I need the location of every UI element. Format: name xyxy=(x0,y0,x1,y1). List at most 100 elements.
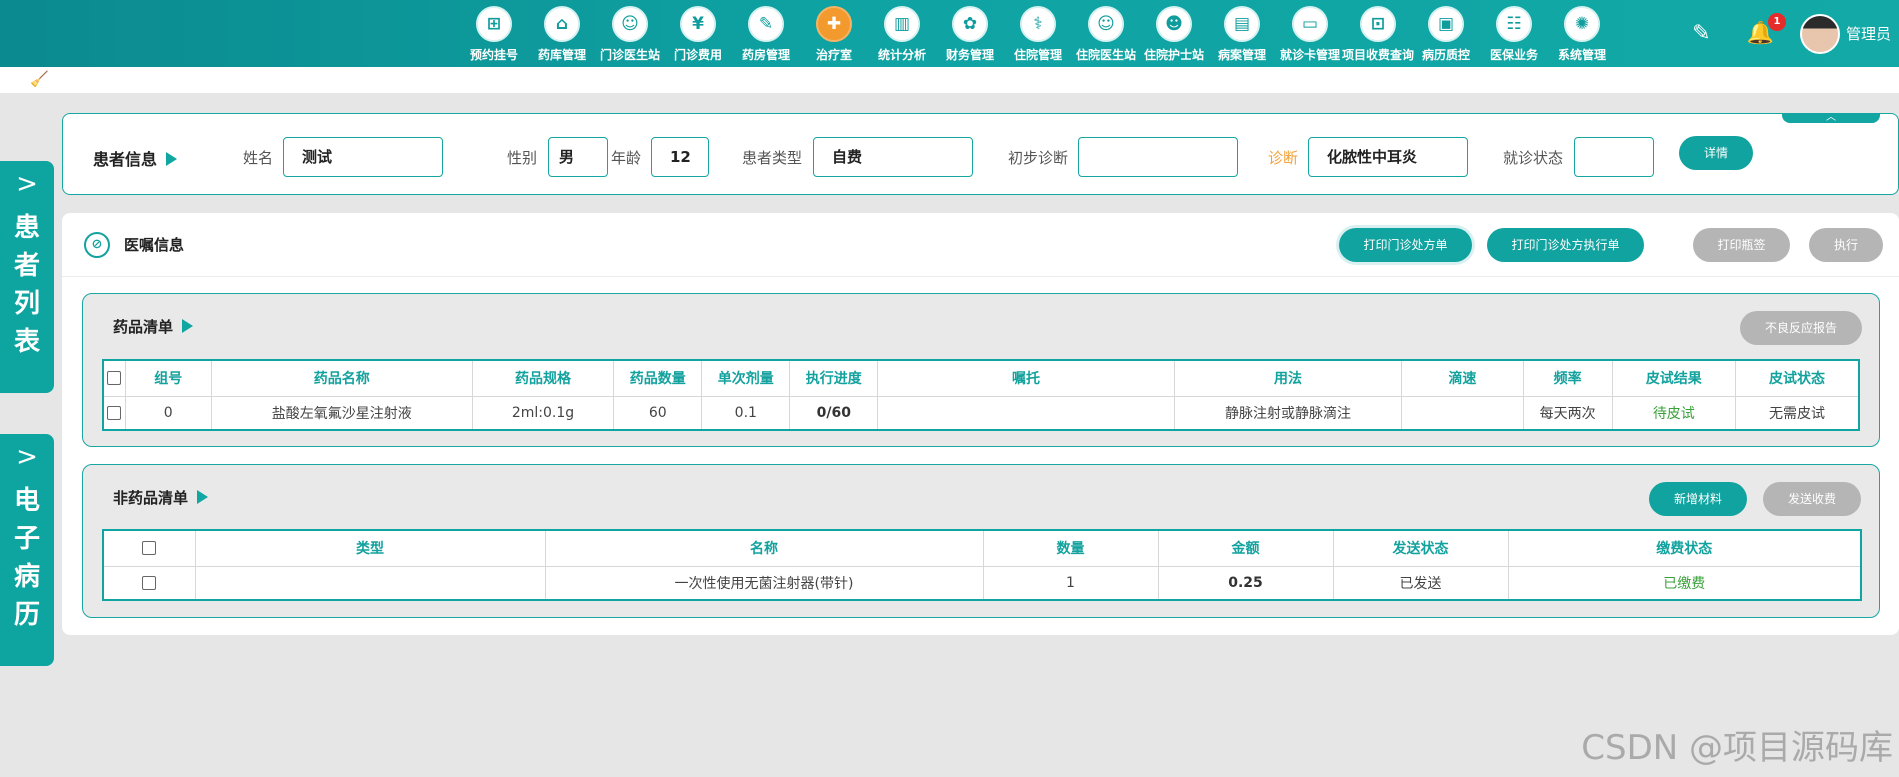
table-cell xyxy=(877,396,1175,430)
age-field[interactable]: 12 xyxy=(651,137,709,177)
emr-tab[interactable]: > 电子病历 xyxy=(0,434,54,666)
column-header: 数量 xyxy=(983,530,1159,567)
table-cell: 待皮试 xyxy=(1612,396,1737,430)
age-label: 年龄 xyxy=(611,149,642,167)
nav-item[interactable]: ✚ 治疗室 xyxy=(800,6,868,66)
pharmacy-icon: ✎ xyxy=(748,6,784,42)
gender-field[interactable]: 男 xyxy=(548,137,608,177)
nav-label: 财务管理 xyxy=(945,48,994,62)
diagnosis-field[interactable]: 化脓性中耳炎 xyxy=(1308,137,1468,177)
nav-item[interactable]: ☷ 医保业务 xyxy=(1480,6,1548,66)
print-bottle-label-button[interactable]: 打印瓶签 xyxy=(1693,228,1790,262)
non-drug-table: 类型 名称 数量 金额 发送状态 缴费状态 一次性使用无菌注射器(带针) 1 0.25 已发送 已… xyxy=(102,529,1862,601)
table-cell: 已缴费 xyxy=(1663,575,1706,592)
broom-icon[interactable]: 🧹 xyxy=(30,70,49,88)
warehouse-icon: ⌂ xyxy=(544,6,580,42)
register-icon: ⊞ xyxy=(476,6,512,42)
quality-icon: ▣ xyxy=(1428,6,1464,42)
treatment-icon: ✚ xyxy=(816,6,852,42)
column-header: 滴速 xyxy=(1401,360,1524,397)
nav-item[interactable]: ¥ 门诊费用 xyxy=(664,6,732,66)
nav-item[interactable]: ⌂ 药库管理 xyxy=(528,6,596,66)
column-header: 组号 xyxy=(125,360,212,397)
nav-label: 病案管理 xyxy=(1217,48,1266,62)
table-cell: 0.1 xyxy=(701,396,791,430)
checkbox[interactable] xyxy=(142,575,157,590)
pen-icon[interactable]: ✎ xyxy=(1692,21,1710,46)
ward-doctor-icon: ☺ xyxy=(1088,6,1124,42)
patient-list-tab[interactable]: > 患者列表 xyxy=(0,161,54,393)
notification-badge: 1 xyxy=(1767,13,1786,31)
top-nav-bar: ⊞ 预约挂号 ⌂ 药库管理 ☺ 门诊医生站 ¥ 门诊费用 ✎ 药房管理 ✚ 治疗室 ▥ 统计分析 ✿ 财务管理… xyxy=(0,0,1899,67)
triangle-right-icon xyxy=(197,490,209,504)
nav-item[interactable]: ⊡ 项目收费查询 xyxy=(1342,6,1415,66)
nav-item[interactable]: ☺ 门诊医生站 xyxy=(596,6,664,66)
checkbox[interactable] xyxy=(107,405,122,420)
notification-bell[interactable]: 🔔 1 xyxy=(1747,13,1786,46)
column-header: 发送状态 xyxy=(1333,530,1509,567)
nav-label: 药库管理 xyxy=(537,48,586,62)
adverse-reaction-report-button[interactable]: 不良反应报告 xyxy=(1740,311,1862,345)
drug-list-card: 药品清单 不良反应报告 组号 药品名称 药品规格 药品数量 单次剂量 执行进度 嘱托 用法 滴速… xyxy=(82,293,1880,447)
add-material-button[interactable]: 新增材料 xyxy=(1649,482,1747,516)
collapse-toggle[interactable]: ︿ xyxy=(1782,113,1880,123)
triangle-right-icon xyxy=(166,152,178,166)
checkbox-cell xyxy=(103,566,196,600)
checkbox-cell xyxy=(103,360,126,397)
nav-label: 就诊卡管理 xyxy=(1279,48,1340,62)
column-header: 皮试结果 xyxy=(1612,360,1737,397)
execute-button[interactable]: 执行 xyxy=(1809,228,1883,262)
patient-info-title: 患者信息 xyxy=(93,146,178,170)
nav-item[interactable]: ✎ 药房管理 xyxy=(732,6,800,66)
print-execution-sheet-button[interactable]: 打印门诊处方执行单 xyxy=(1487,228,1644,262)
fee-icon: ¥ xyxy=(680,6,716,42)
initial-diagnosis-field[interactable] xyxy=(1078,137,1238,177)
column-header: 缴费状态 xyxy=(1508,530,1861,567)
nav-item[interactable]: ✿ 财务管理 xyxy=(936,6,1004,66)
patient-list-label: 患者列表 xyxy=(13,213,40,357)
user-name[interactable]: 管理员 xyxy=(1846,23,1891,44)
table-cell xyxy=(1401,396,1524,430)
emr-label: 电子病历 xyxy=(13,486,40,630)
nav-item[interactable]: ⊞ 预约挂号 xyxy=(460,6,528,66)
nav-item[interactable]: ⚕ 住院管理 xyxy=(1004,6,1072,66)
table-header-row: 类型 名称 数量 金额 发送状态 缴费状态 xyxy=(103,530,1861,567)
column-header: 嘱托 xyxy=(877,360,1175,397)
nav-item[interactable]: ▤ 病案管理 xyxy=(1208,6,1276,66)
orders-title: 医嘱信息 xyxy=(124,236,185,254)
table-row[interactable]: 一次性使用无菌注射器(带针) 1 0.25 已发送 已缴费 xyxy=(103,566,1861,600)
name-field[interactable]: 测试 xyxy=(283,137,443,177)
table-cell: 盐酸左氧氟沙星注射液 xyxy=(211,396,473,430)
column-header: 药品数量 xyxy=(613,360,703,397)
name-label: 姓名 xyxy=(243,149,274,167)
send-charge-button[interactable]: 发送收费 xyxy=(1763,482,1861,516)
hospital-icon: ⚕ xyxy=(1020,6,1056,42)
nav-item[interactable]: ▥ 统计分析 xyxy=(868,6,936,66)
nurse-icon: ☻ xyxy=(1156,6,1192,42)
checkbox-cell xyxy=(103,530,196,567)
checkbox[interactable] xyxy=(107,371,122,386)
diagnosis-label: 诊断 xyxy=(1268,149,1299,167)
column-header: 皮试状态 xyxy=(1735,360,1859,397)
patient-info-panel: ︿ 患者信息 姓名 测试 性别 男 年龄 12 患者类型 自费 初步诊断 诊断 … xyxy=(62,113,1899,195)
nav-item[interactable]: ▭ 就诊卡管理 xyxy=(1276,6,1344,66)
patient-type-label: 患者类型 xyxy=(742,149,803,167)
nav-item[interactable]: ▣ 病历质控 xyxy=(1412,6,1480,66)
print-prescription-button[interactable]: 打印门诊处方单 xyxy=(1339,228,1472,262)
nav-item[interactable]: ☻ 住院护士站 xyxy=(1140,6,1208,66)
doctor-icon: ☺ xyxy=(612,6,648,42)
visit-status-field[interactable] xyxy=(1574,137,1654,177)
table-cell: 无需皮试 xyxy=(1769,405,1825,422)
nav-item[interactable]: ☺ 住院医生站 xyxy=(1072,6,1140,66)
nav-item[interactable]: ✺ 系统管理 xyxy=(1548,6,1616,66)
nav-label: 项目收费查询 xyxy=(1342,48,1415,62)
table-cell: 已发送 xyxy=(1333,566,1509,600)
patient-type-field[interactable]: 自费 xyxy=(813,137,973,177)
detail-button[interactable]: 详情 xyxy=(1679,136,1753,170)
table-cell xyxy=(195,566,546,600)
table-cell: 2ml:0.1g xyxy=(472,396,615,430)
checkbox[interactable] xyxy=(142,541,157,556)
avatar[interactable] xyxy=(1799,13,1840,54)
nav-label: 病历质控 xyxy=(1421,48,1470,62)
table-row[interactable]: 0 盐酸左氧氟沙星注射液 2ml:0.1g 60 0.1 0/60 静脉注射或静脉滴注 每天两… xyxy=(103,396,1859,430)
